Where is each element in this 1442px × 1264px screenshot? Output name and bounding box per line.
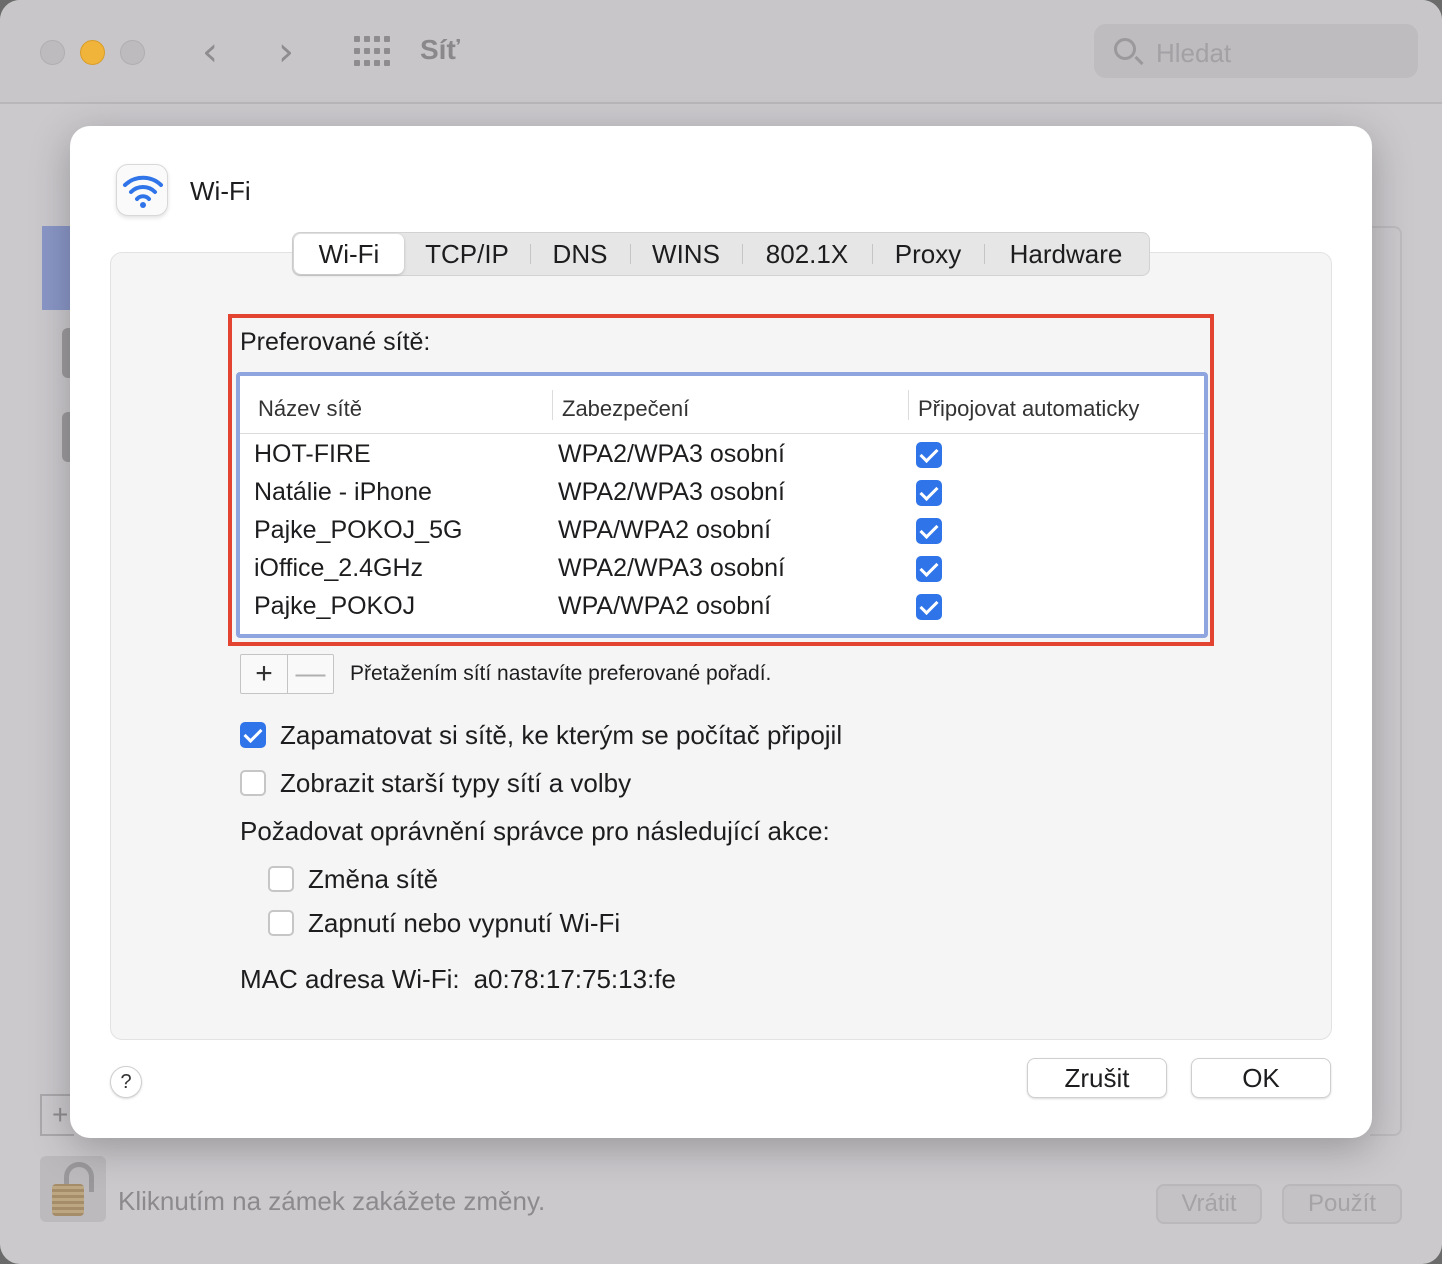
remember-networks-checkbox[interactable]	[240, 722, 266, 748]
lock-button[interactable]	[40, 1156, 106, 1222]
preferred-networks-table[interactable]: Název sítě Zabezpečení Připojovat automa…	[236, 372, 1208, 638]
add-remove-control: + —	[240, 654, 334, 694]
mac-address-row: MAC adresa Wi-Fi: a0:78:17:75:13:fe	[240, 964, 676, 995]
toggle-wifi-checkbox[interactable]	[268, 910, 294, 936]
mac-address-label: MAC adresa Wi-Fi:	[240, 964, 460, 994]
search-placeholder: Hledat	[1156, 38, 1232, 68]
change-network-checkbox[interactable]	[268, 866, 294, 892]
auto-join-checkbox[interactable]	[916, 442, 942, 468]
add-service-button[interactable]: +	[40, 1094, 74, 1136]
table-row[interactable]: iOffice_2.4GHz WPA2/WPA3 osobní	[240, 550, 1204, 588]
wifi-icon	[116, 164, 168, 216]
revert-button[interactable]: Vrátit	[1156, 1184, 1262, 1224]
back-arrow-icon[interactable]: ‹	[202, 30, 218, 74]
minimize-window-button[interactable]	[80, 40, 105, 65]
tab-bar: Wi-Fi TCP/IP DNS WINS 802.1X Proxy Hardw…	[292, 232, 1150, 276]
auto-join-checkbox[interactable]	[916, 518, 942, 544]
lock-icon	[52, 1184, 84, 1216]
column-divider	[908, 390, 909, 420]
search-icon	[1114, 38, 1136, 60]
tab-hardware[interactable]: Hardware	[984, 234, 1148, 274]
tab-dns[interactable]: DNS	[530, 234, 630, 274]
network-security: WPA2/WPA3 osobní	[558, 554, 785, 582]
mac-address-value: a0:78:17:75:13:fe	[473, 964, 676, 994]
auto-join-checkbox[interactable]	[916, 594, 942, 620]
help-button[interactable]: ?	[110, 1066, 142, 1098]
column-header-security[interactable]: Zabezpečení	[562, 396, 689, 422]
network-name: HOT-FIRE	[254, 440, 371, 468]
tab-wins[interactable]: WINS	[630, 234, 742, 274]
lock-hint-text: Kliknutím na zámek zakážete změny.	[118, 1186, 546, 1216]
ok-button[interactable]: OK	[1191, 1058, 1331, 1098]
forward-arrow-icon[interactable]: ›	[278, 30, 294, 74]
admin-required-label: Požadovat oprávnění správce pro následuj…	[240, 816, 830, 846]
preferred-networks-label: Preferované sítě:	[240, 328, 431, 356]
network-security: WPA/WPA2 osobní	[558, 592, 772, 620]
close-window-button[interactable]	[40, 40, 65, 65]
background-panel-edge	[1370, 226, 1402, 1136]
table-header: Název sítě Zabezpečení Připojovat automa…	[240, 376, 1204, 434]
auto-join-checkbox[interactable]	[916, 556, 942, 582]
table-row[interactable]: Pajke_POKOJ_5G WPA/WPA2 osobní	[240, 512, 1204, 550]
tab-8021x[interactable]: 802.1X	[742, 234, 872, 274]
column-header-auto-join[interactable]: Připojovat automaticky	[918, 396, 1139, 422]
column-header-name[interactable]: Název sítě	[258, 396, 362, 422]
show-legacy-label[interactable]: Zobrazit starší typy sítí a volby	[280, 768, 631, 799]
remove-network-button[interactable]: —	[286, 655, 333, 693]
network-security: WPA/WPA2 osobní	[558, 516, 772, 544]
wifi-settings-sheet: Wi-Fi Wi-Fi TCP/IP DNS WINS 802.1X Proxy…	[70, 126, 1372, 1138]
cancel-button[interactable]: Zrušit	[1027, 1058, 1167, 1098]
drag-order-hint: Přetažením sítí nastavíte preferované po…	[350, 662, 772, 685]
remember-networks-label[interactable]: Zapamatovat si sítě, ke kterým se počíta…	[280, 720, 842, 751]
sheet-title: Wi-Fi	[190, 176, 251, 206]
show-legacy-checkbox[interactable]	[240, 770, 266, 796]
table-row[interactable]: HOT-FIRE WPA2/WPA3 osobní	[240, 436, 1204, 474]
network-name: iOffice_2.4GHz	[254, 554, 424, 582]
search-field[interactable]: Hledat	[1094, 24, 1418, 78]
title-bar: ‹ › Síť Hledat	[0, 0, 1442, 104]
column-divider	[552, 390, 553, 420]
show-all-grid-icon[interactable]	[354, 36, 390, 66]
zoom-window-button[interactable]	[120, 40, 145, 65]
apply-button[interactable]: Použít	[1282, 1184, 1402, 1224]
toggle-wifi-label[interactable]: Zapnutí nebo vypnutí Wi-Fi	[308, 908, 620, 939]
add-network-button[interactable]: +	[241, 655, 287, 693]
auto-join-checkbox[interactable]	[916, 480, 942, 506]
network-name: Pajke_POKOJ_5G	[254, 516, 463, 544]
network-name: Pajke_POKOJ	[254, 592, 416, 620]
window-title: Síť	[420, 34, 460, 65]
change-network-label[interactable]: Změna sítě	[308, 864, 438, 895]
table-row[interactable]: Pajke_POKOJ WPA/WPA2 osobní	[240, 588, 1204, 626]
table-row[interactable]: Natálie - iPhone WPA2/WPA3 osobní	[240, 474, 1204, 512]
network-name: Natálie - iPhone	[254, 478, 432, 506]
tab-proxy[interactable]: Proxy	[872, 234, 984, 274]
network-security: WPA2/WPA3 osobní	[558, 478, 785, 506]
network-security: WPA2/WPA3 osobní	[558, 440, 785, 468]
tab-wifi[interactable]: Wi-Fi	[294, 234, 404, 274]
tab-tcpip[interactable]: TCP/IP	[404, 234, 530, 274]
